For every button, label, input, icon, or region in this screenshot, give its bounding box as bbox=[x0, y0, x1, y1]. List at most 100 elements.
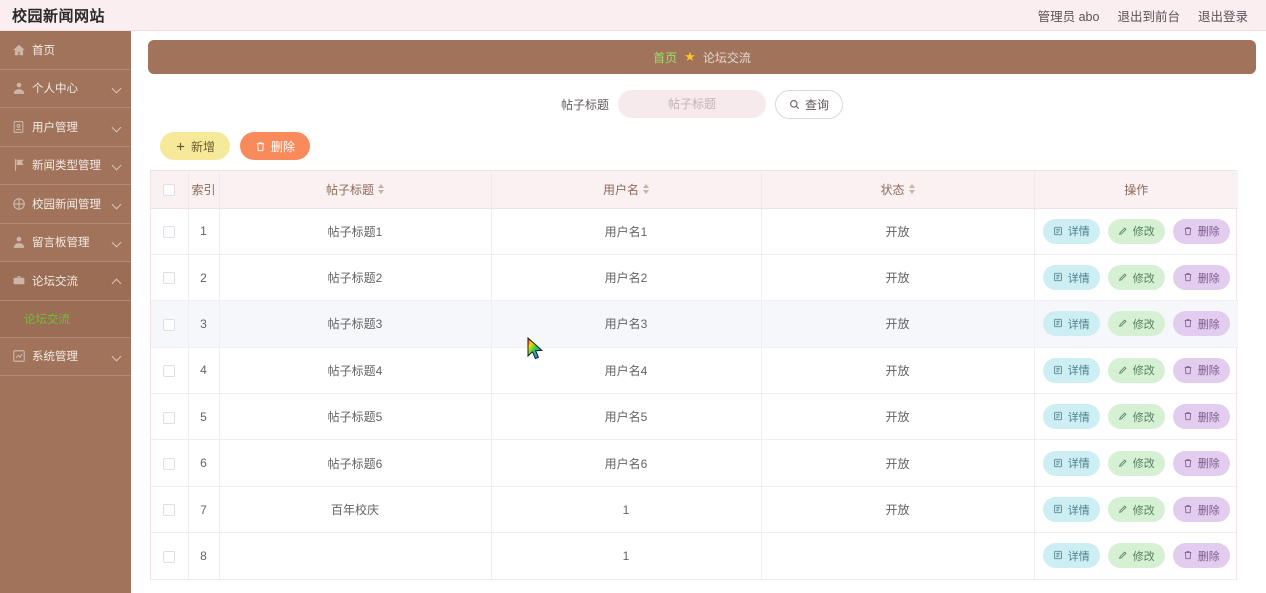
delete-button[interactable]: 删除 bbox=[1172, 450, 1230, 476]
cell-actions: 详情 修改 删除 bbox=[1034, 208, 1238, 255]
cell-status bbox=[761, 532, 1035, 580]
document-icon bbox=[1053, 458, 1064, 469]
table-row[interactable]: 5 帖子标题5 用户名5 开放 详情 修改 删除 bbox=[151, 393, 1238, 441]
row-checkbox[interactable] bbox=[163, 457, 176, 470]
sort-icon[interactable] bbox=[378, 184, 384, 195]
table-row[interactable]: 7 百年校庆 1 开放 详情 修改 删除 bbox=[151, 486, 1238, 534]
row-checkbox[interactable] bbox=[163, 226, 176, 239]
table-row[interactable]: 8 1 详情 修改 删除 bbox=[151, 532, 1238, 580]
cell-status: 开放 bbox=[761, 254, 1035, 302]
table-row[interactable]: 2 帖子标题2 用户名2 开放 详情 修改 删除 bbox=[151, 254, 1238, 302]
sort-icon[interactable] bbox=[643, 184, 649, 195]
row-checkbox[interactable] bbox=[163, 411, 176, 424]
cell-username: 用户名1 bbox=[491, 208, 762, 255]
column-header-title[interactable]: 帖子标题 bbox=[219, 171, 492, 209]
plus-icon bbox=[175, 141, 186, 152]
sidebar-item-news-type-management[interactable]: 新闻类型管理 bbox=[0, 147, 131, 185]
pencil-icon bbox=[1118, 226, 1129, 237]
cell-title bbox=[219, 532, 492, 580]
edit-button[interactable]: 修改 bbox=[1107, 404, 1165, 430]
cell-status: 开放 bbox=[761, 347, 1035, 395]
sort-icon[interactable] bbox=[908, 184, 915, 195]
trash-icon bbox=[1183, 272, 1194, 283]
row-checkbox[interactable] bbox=[163, 365, 176, 378]
briefcase-icon bbox=[11, 273, 26, 288]
table-row[interactable]: 1 帖子标题1 用户名1 开放 详情 修改 删除 bbox=[151, 208, 1238, 255]
edit-button[interactable]: 修改 bbox=[1107, 543, 1165, 569]
cell-index: 7 bbox=[188, 486, 220, 534]
detail-button[interactable]: 详情 bbox=[1042, 218, 1100, 244]
chevron-up-icon bbox=[111, 278, 122, 289]
cell-status: 开放 bbox=[761, 439, 1035, 487]
select-all-checkbox[interactable] bbox=[163, 184, 176, 197]
compass-icon bbox=[11, 196, 26, 211]
select-all-header bbox=[151, 171, 189, 209]
logout-link[interactable]: 退出登录 bbox=[1198, 6, 1248, 25]
detail-button-label: 详情 bbox=[1067, 318, 1090, 331]
search-input[interactable] bbox=[618, 90, 766, 118]
exit-to-frontend-link[interactable]: 退出到前台 bbox=[1117, 6, 1180, 25]
sidebar-item-system-management[interactable]: 系统管理 bbox=[0, 338, 131, 376]
detail-button[interactable]: 详情 bbox=[1042, 497, 1100, 523]
row-checkbox[interactable] bbox=[163, 272, 176, 285]
top-header: 校园新闻网站 管理员 abo 退出到前台 退出登录 bbox=[0, 0, 1266, 31]
edit-button[interactable]: 修改 bbox=[1107, 218, 1165, 244]
breadcrumb-home-link[interactable]: 首页 bbox=[653, 49, 677, 66]
delete-button[interactable]: 删除 bbox=[1172, 543, 1230, 569]
toolbar: 新增 删除 bbox=[148, 126, 1256, 170]
detail-button[interactable]: 详情 bbox=[1042, 357, 1100, 383]
pencil-icon bbox=[1118, 318, 1129, 329]
edit-button[interactable]: 修改 bbox=[1107, 311, 1165, 337]
trash-icon bbox=[1183, 504, 1194, 515]
delete-button[interactable]: 删除 bbox=[1172, 218, 1230, 244]
user-icon bbox=[11, 81, 26, 96]
sidebar-item-forum[interactable]: 论坛交流 bbox=[0, 262, 131, 301]
edit-button-label: 修改 bbox=[1132, 226, 1155, 239]
sidebar-item-campus-news-management[interactable]: 校园新闻管理 bbox=[0, 185, 131, 224]
table-row[interactable]: 3 帖子标题3 用户名3 开放 详情 修改 删除 bbox=[151, 300, 1238, 348]
cell-title: 帖子标题5 bbox=[219, 393, 492, 441]
table-header-row: 索引 帖子标题 用户名 状态 操作 bbox=[151, 171, 1238, 209]
sidebar-item-personal-center[interactable]: 个人中心 bbox=[0, 70, 131, 108]
edit-button[interactable]: 修改 bbox=[1107, 497, 1165, 523]
cell-title: 帖子标题4 bbox=[219, 347, 492, 395]
detail-button[interactable]: 详情 bbox=[1042, 450, 1100, 476]
detail-button[interactable]: 详情 bbox=[1042, 265, 1100, 291]
sidebar-item-user-management[interactable]: 用户管理 bbox=[0, 108, 131, 147]
table-row[interactable]: 6 帖子标题6 用户名6 开放 详情 修改 删除 bbox=[151, 439, 1238, 487]
add-button[interactable]: 新增 bbox=[160, 132, 231, 160]
column-header-username[interactable]: 用户名 bbox=[491, 171, 762, 209]
chevron-down-icon bbox=[111, 160, 122, 171]
column-header-status[interactable]: 状态 bbox=[761, 171, 1035, 209]
delete-button[interactable]: 删除 bbox=[1172, 311, 1230, 337]
sidebar-item-label: 新闻类型管理 bbox=[32, 160, 101, 173]
edit-button[interactable]: 修改 bbox=[1107, 265, 1165, 291]
delete-button[interactable]: 删除 bbox=[1172, 265, 1230, 291]
detail-button[interactable]: 详情 bbox=[1042, 404, 1100, 430]
edit-button-label: 修改 bbox=[1132, 504, 1155, 517]
cell-username: 用户名2 bbox=[491, 254, 762, 302]
table-row[interactable]: 4 帖子标题4 用户名4 开放 详情 修改 删除 bbox=[151, 347, 1238, 395]
query-button[interactable]: 查询 bbox=[775, 89, 844, 119]
edit-button-label: 修改 bbox=[1132, 365, 1155, 378]
delete-button[interactable]: 删除 bbox=[1172, 404, 1230, 430]
delete-button[interactable]: 删除 bbox=[1172, 497, 1230, 523]
delete-button[interactable]: 删除 bbox=[1172, 357, 1230, 383]
sidebar-item-home[interactable]: 首页 bbox=[0, 31, 131, 70]
detail-button[interactable]: 详情 bbox=[1042, 543, 1100, 569]
row-checkbox[interactable] bbox=[163, 318, 176, 331]
edit-button[interactable]: 修改 bbox=[1107, 450, 1165, 476]
header-actions: 管理员 abo 退出到前台 退出登录 bbox=[1038, 6, 1248, 25]
person-icon bbox=[11, 235, 26, 250]
edit-button[interactable]: 修改 bbox=[1107, 357, 1165, 383]
row-checkbox[interactable] bbox=[163, 504, 176, 517]
batch-delete-button[interactable]: 删除 bbox=[240, 132, 311, 160]
detail-button[interactable]: 详情 bbox=[1042, 311, 1100, 337]
detail-button-label: 详情 bbox=[1067, 411, 1090, 424]
row-checkbox[interactable] bbox=[163, 550, 176, 563]
sidebar-subitem-forum-exchange[interactable]: 论坛交流 bbox=[0, 301, 131, 337]
sidebar-item-message-board-management[interactable]: 留言板管理 bbox=[0, 224, 131, 262]
delete-button-label: 删除 bbox=[1197, 550, 1220, 563]
delete-button-label: 删除 bbox=[1197, 458, 1220, 471]
trash-icon bbox=[1183, 365, 1194, 376]
